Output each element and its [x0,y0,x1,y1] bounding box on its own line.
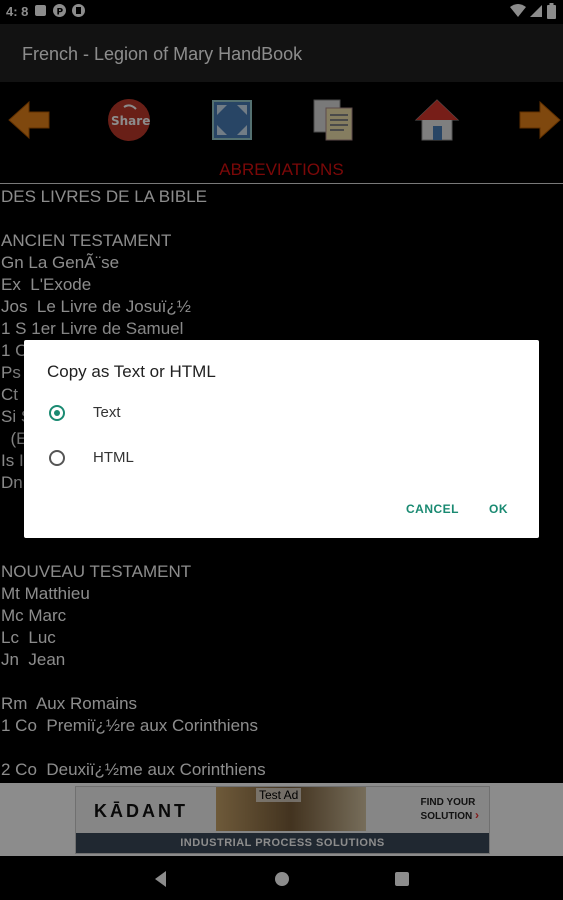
cancel-button[interactable]: CANCEL [406,502,459,516]
radio-checked-icon[interactable] [49,405,65,421]
option-label: HTML [93,449,134,466]
radio-unchecked-icon[interactable] [49,450,65,466]
option-html[interactable]: HTML [46,445,346,475]
option-label: Text [93,404,121,421]
copy-dialog: Copy as Text or HTML Text HTML CANCEL OK [24,340,539,538]
option-text[interactable]: Text [46,400,346,430]
app-screen: 4: 8 P French - Legion of Mary HandBook … [0,0,563,900]
dialog-title: Copy as Text or HTML [47,362,216,381]
ok-button[interactable]: OK [489,502,508,516]
